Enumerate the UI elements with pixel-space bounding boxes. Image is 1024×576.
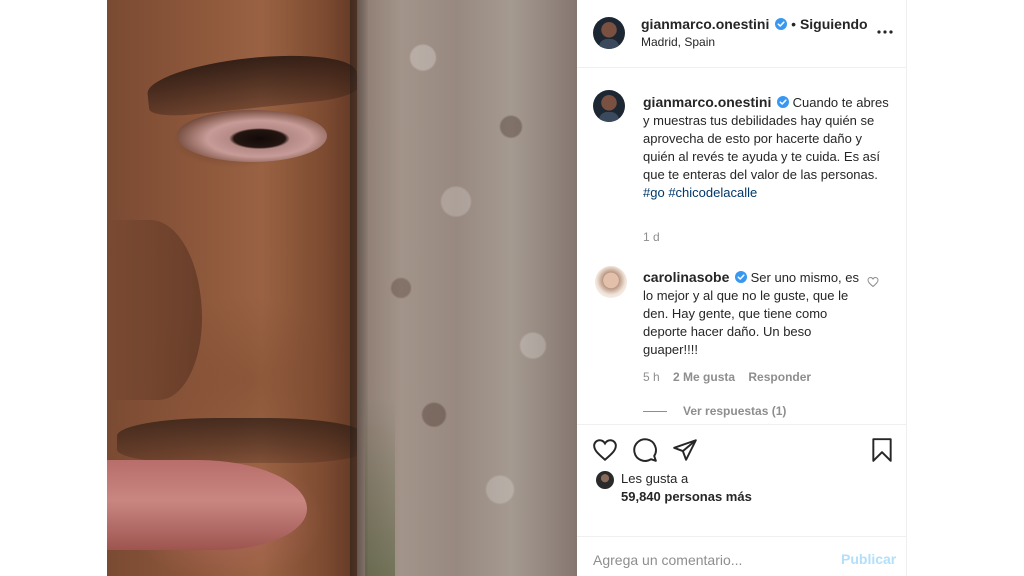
following-button[interactable]: Siguiendo	[800, 16, 868, 32]
comments-list[interactable]: gianmarco.onestini Cuando te abres y mue…	[577, 68, 906, 424]
view-replies-button[interactable]: Ver respuestas (1)	[643, 404, 786, 418]
commenter-avatar[interactable]	[595, 266, 627, 298]
caption-body: gianmarco.onestini Cuando te abres y mue…	[643, 93, 895, 202]
caption-username[interactable]: gianmarco.onestini	[643, 94, 771, 110]
commenter-username[interactable]: carolinasobe	[643, 269, 729, 285]
comment-icon[interactable]	[632, 437, 658, 463]
verified-badge-icon	[775, 18, 788, 30]
post-location[interactable]: Madrid, Spain	[641, 35, 715, 49]
post-actions: Les gusta a 59,840 personas más	[577, 424, 906, 537]
likes-label: Les gusta a	[621, 471, 689, 486]
verified-badge-icon	[735, 271, 747, 283]
separator-dot: •	[791, 16, 797, 32]
caption-timestamp[interactable]: 1 d	[643, 230, 660, 244]
post-photo	[107, 0, 577, 576]
caption-avatar[interactable]	[593, 90, 625, 122]
likes-count[interactable]: 59,840 personas más	[621, 489, 752, 504]
comment-timestamp[interactable]: 5 h	[643, 370, 660, 384]
add-comment-bar: Publicar	[577, 536, 906, 576]
hashtag-chicodelacalle[interactable]: #chicodelacalle	[668, 185, 757, 200]
comment-input[interactable]	[593, 550, 823, 570]
author-avatar[interactable]	[593, 17, 625, 49]
author-username[interactable]: gianmarco.onestini	[641, 16, 769, 32]
post-header: gianmarco.onestini • Siguiendo Madrid, S…	[577, 0, 906, 68]
hashtag-go[interactable]: #go	[643, 185, 665, 200]
verified-badge-icon	[776, 96, 789, 108]
view-replies-label: Ver respuestas (1)	[683, 404, 787, 418]
reply-button[interactable]: Responder	[748, 370, 811, 384]
instagram-post-modal: gianmarco.onestini • Siguiendo Madrid, S…	[0, 0, 1024, 576]
publish-button[interactable]: Publicar	[841, 551, 896, 567]
comment-meta: 5 h 2 Me gusta Responder	[643, 370, 821, 384]
comment-body: carolinasobe Ser uno mismo, es lo mejor …	[643, 268, 869, 359]
paper-plane-icon[interactable]	[672, 437, 698, 463]
comment-likes[interactable]: 2 Me gusta	[673, 370, 735, 384]
replies-divider	[643, 411, 667, 413]
liker-avatar[interactable]	[596, 471, 614, 489]
heart-icon[interactable]	[592, 437, 618, 463]
comment-like-heart-icon[interactable]	[867, 276, 879, 288]
bookmark-icon[interactable]	[869, 437, 895, 463]
post-side-panel: gianmarco.onestini • Siguiendo Madrid, S…	[577, 0, 907, 576]
more-options-icon[interactable]	[875, 22, 895, 42]
header-author-line: gianmarco.onestini • Siguiendo	[641, 16, 868, 32]
photo-face	[107, 0, 367, 576]
